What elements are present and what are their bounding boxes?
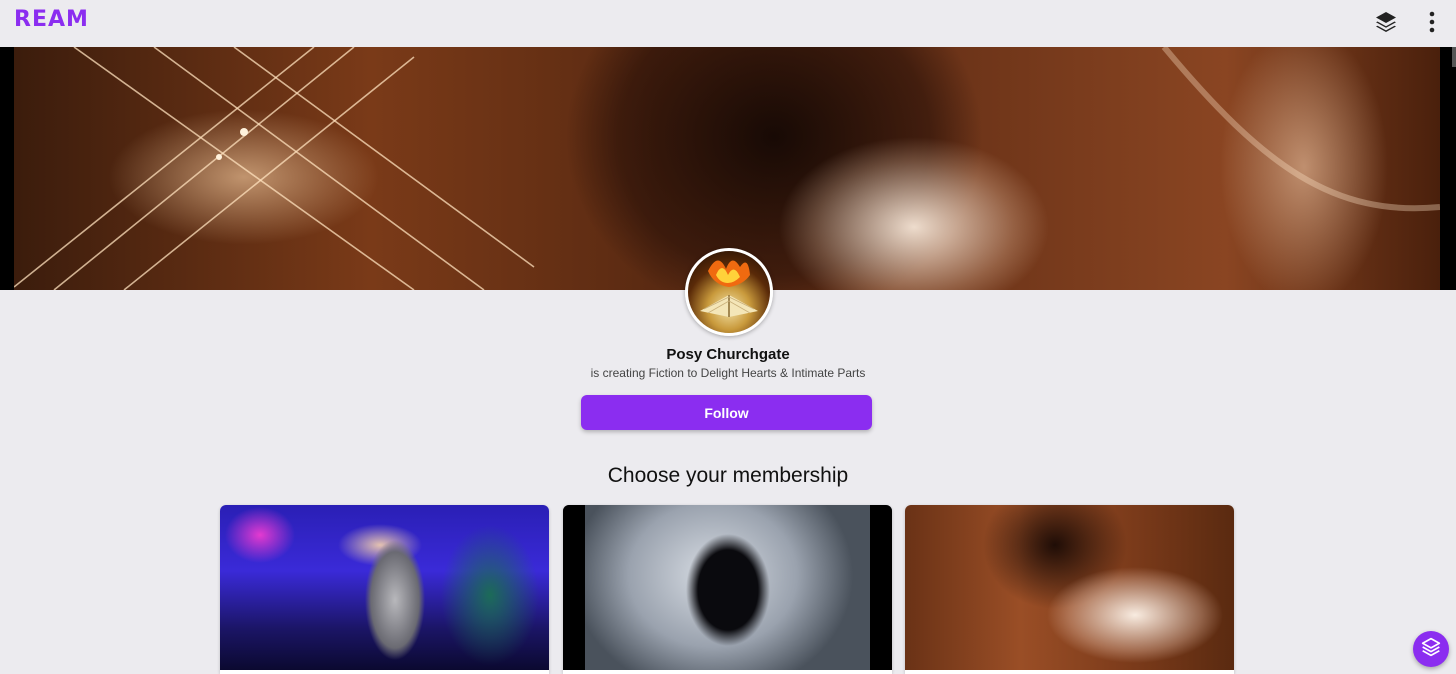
creator-name: Posy Churchgate [666,346,790,363]
creator-avatar[interactable] [685,248,773,336]
membership-section-title: Choose your membership [607,464,849,487]
ream-logo[interactable]: REAM [14,7,89,32]
floating-layers-button[interactable] [1413,631,1449,667]
membership-tier-card-3[interactable] [905,505,1234,674]
layers-icon [1421,637,1441,662]
membership-tier-card-2[interactable] [563,505,892,674]
layers-icon[interactable] [1372,8,1400,36]
top-icons [1372,8,1446,36]
top-navigation-bar: REAM [0,0,1456,47]
scrollbar-thumb[interactable] [1452,47,1456,67]
image-frame-right [870,505,892,670]
nightclub-dancer-image [220,505,549,670]
more-vertical-icon[interactable] [1418,8,1446,36]
couple-dancing-image [563,505,892,670]
woman-smoke-art-image [905,505,1234,670]
membership-tier-card-1[interactable] [220,505,549,674]
image-frame-left [563,505,585,670]
creator-tagline: is creating Fiction to Delight Hearts & … [590,366,866,380]
follow-button[interactable]: Follow [581,395,872,430]
